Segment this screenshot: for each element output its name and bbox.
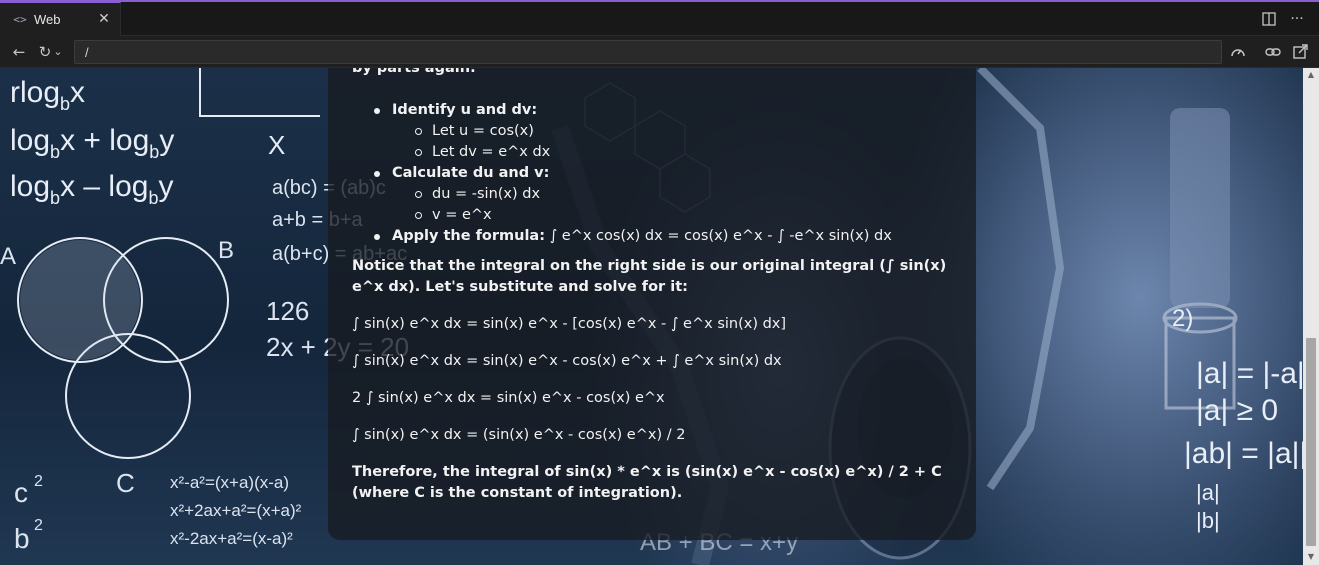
step-title: Apply the formula: — [392, 228, 545, 244]
step-formula: ∫ e^x cos(x) dx = cos(x) e^x - ∫ -e^x si… — [545, 228, 892, 244]
bg-c: c — [14, 477, 28, 508]
link-icon[interactable] — [1264, 43, 1282, 61]
response-card: by parts again: Identify u and dv: Let u… — [328, 68, 976, 540]
equation-3: 2 ∫ sin(x) e^x dx = sin(x) e^x - cos(x) … — [352, 390, 665, 406]
notice-paragraph: Notice that the integral on the right si… — [352, 258, 947, 295]
step-title: Identify u and dv: — [392, 102, 538, 118]
tab-label: Web — [34, 12, 61, 27]
bg-b-sup: 2 — [34, 517, 43, 534]
bg-c-sup: 2 — [34, 473, 43, 490]
bg-diff-squares: x²-a²=(x+a)(x-a) — [170, 473, 289, 492]
bg-rlog: rlogbx — [10, 76, 85, 114]
step-title: Calculate du and v: — [392, 165, 550, 181]
scroll-up-arrow-icon[interactable]: ▲ — [1306, 70, 1316, 80]
bg-abs-nonneg: |a| ≥ 0 — [1196, 394, 1278, 427]
bg-b: b — [14, 523, 30, 554]
tab-bar: <> Web ✕ ··· — [0, 2, 1319, 36]
split-editor-icon[interactable] — [1261, 11, 1277, 27]
list-item: Let dv = e^x dx — [352, 142, 892, 163]
web-viewport[interactable]: rlogbx logbx + logby logbx – logby X a(b… — [0, 68, 1303, 565]
close-icon[interactable]: ✕ — [97, 12, 111, 26]
bg-two-paren: 2) — [1172, 305, 1193, 332]
tab-web[interactable]: <> Web ✕ — [0, 2, 121, 36]
reload-menu-chevron-icon[interactable]: ⌄ — [53, 43, 63, 61]
tabbar-actions: ··· — [1261, 11, 1305, 27]
bg-x: X — [268, 130, 285, 160]
equation-4: ∫ sin(x) e^x dx = (sin(x) e^x - cos(x) e… — [352, 427, 686, 443]
bg-log-sum: logbx + logby — [10, 124, 174, 162]
list-item: Identify u and dv: — [352, 100, 892, 121]
code-icon: <> — [13, 13, 27, 26]
bg-label-a: A — [0, 243, 16, 270]
bg-abs-a: |a| — [1196, 480, 1220, 505]
bg-log-diff: logbx – logby — [10, 170, 173, 208]
bg-label-c: C — [116, 468, 135, 498]
bg-label-b: B — [218, 237, 234, 264]
bg-abs-product: |ab| = |a||b| — [1184, 437, 1303, 470]
bg-abs-b: |b| — [1196, 508, 1220, 533]
equation-2: ∫ sin(x) e^x dx = sin(x) e^x - cos(x) e^… — [352, 353, 782, 369]
conclusion-paragraph: Therefore, the integral of sin(x) * e^x … — [352, 464, 942, 501]
bg-126: 126 — [266, 296, 309, 326]
steps-list: Identify u and dv: Let u = cos(x) Let dv… — [352, 100, 892, 247]
bg-abs-neg: |a| = |-a| — [1196, 357, 1303, 390]
gauge-icon[interactable] — [1229, 43, 1247, 61]
more-icon[interactable]: ··· — [1289, 11, 1305, 27]
bg-square-sum: x²+2ax+a²=(x+a)² — [170, 501, 302, 520]
vertical-scrollbar[interactable]: ▲ ▼ — [1303, 68, 1319, 565]
scroll-down-arrow-icon[interactable]: ▼ — [1306, 552, 1316, 562]
bg-square-diff: x²-2ax+a²=(x-a)² — [170, 529, 293, 548]
list-item: Calculate du and v: — [352, 163, 892, 184]
list-item: Apply the formula: ∫ e^x cos(x) dx = cos… — [352, 226, 892, 247]
scrollbar-thumb[interactable] — [1306, 338, 1316, 546]
list-item: du = -sin(x) dx — [352, 184, 892, 205]
partial-heading: by parts again: — [352, 68, 476, 76]
reload-icon[interactable]: ↻ — [36, 43, 54, 61]
open-external-icon[interactable] — [1291, 43, 1309, 61]
back-arrow-icon[interactable]: ← — [10, 43, 28, 61]
list-item: Let u = cos(x) — [352, 121, 892, 142]
list-item: v = e^x — [352, 205, 892, 226]
navigation-bar: ← ↻ ⌄ — [0, 37, 1319, 68]
url-input[interactable] — [74, 40, 1222, 64]
equation-1: ∫ sin(x) e^x dx = sin(x) e^x - [cos(x) e… — [352, 316, 787, 332]
